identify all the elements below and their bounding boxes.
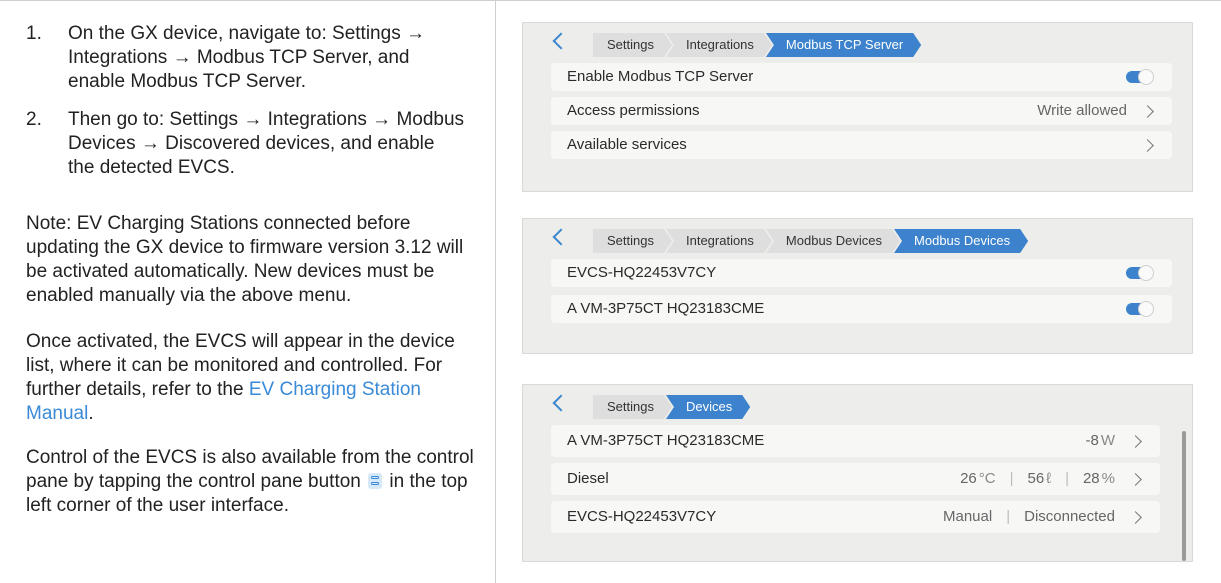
breadcrumb-devices[interactable]: Devices bbox=[666, 395, 750, 419]
evcs-mode: Manual bbox=[943, 508, 993, 525]
step-number: 2. bbox=[26, 109, 42, 130]
evcs-enable-toggle[interactable] bbox=[1126, 265, 1154, 281]
enable-modbus-row[interactable]: Enable Modbus TCP Server bbox=[551, 63, 1172, 91]
access-permissions-value: Write allowed bbox=[1037, 102, 1127, 119]
row-label: A VM-3P75CT HQ23183CME bbox=[567, 432, 765, 449]
row-label: Enable Modbus TCP Server bbox=[567, 68, 754, 85]
breadcrumb: Settings Integrations Modbus Devices Mod… bbox=[593, 229, 1028, 253]
step-number: 1. bbox=[26, 23, 42, 44]
chevron-right-icon bbox=[1141, 104, 1154, 118]
access-permissions-row[interactable]: Access permissions Write allowed bbox=[551, 97, 1172, 125]
evcs-device-list-row[interactable]: EVCS-HQ22453V7CY Manual | Disconnected bbox=[551, 501, 1160, 533]
step-2: 2. Then go to: Settings → Integrations →… bbox=[26, 108, 466, 180]
available-services-row[interactable]: Available services bbox=[551, 131, 1172, 159]
nav-bar: Settings Integrations Modbus Devices Mod… bbox=[523, 219, 1192, 259]
step-text: Then go to: Settings → Integrations → Mo… bbox=[68, 109, 465, 178]
evcs-device-row[interactable]: EVCS-HQ22453V7CY bbox=[551, 259, 1172, 287]
evcs-status: Disconnected bbox=[1024, 508, 1115, 525]
chevron-left-icon[interactable] bbox=[552, 32, 570, 50]
breadcrumb-settings[interactable]: Settings bbox=[593, 33, 672, 57]
breadcrumb-settings[interactable]: Settings bbox=[593, 229, 672, 253]
vm-device-list-row[interactable]: A VM-3P75CT HQ23183CME -8 W bbox=[551, 425, 1160, 457]
percent-unit: % bbox=[1101, 470, 1115, 487]
chevron-right-icon bbox=[1129, 510, 1142, 524]
chevron-right-icon bbox=[1129, 472, 1142, 486]
percent-value: 28 bbox=[1082, 470, 1100, 487]
breadcrumb-integrations[interactable]: Integrations bbox=[666, 33, 772, 57]
activated-end: . bbox=[88, 403, 94, 424]
breadcrumb-modbus-tcp-server[interactable]: Modbus TCP Server bbox=[766, 33, 921, 57]
scrollbar[interactable] bbox=[1182, 431, 1186, 561]
level-value: 56 bbox=[1027, 470, 1045, 487]
nav-bar: Settings Devices bbox=[523, 385, 1192, 425]
row-label: Available services bbox=[567, 136, 687, 153]
separator: | bbox=[1009, 470, 1014, 487]
step-text: On the GX device, navigate to: Settings … bbox=[68, 23, 425, 92]
temp-value: 26 bbox=[960, 470, 977, 487]
row-label: EVCS-HQ22453V7CY bbox=[567, 508, 717, 525]
chevron-right-icon bbox=[1129, 434, 1142, 448]
control-paragraph: Control of the EVCS is also available fr… bbox=[26, 446, 476, 518]
chevron-right-icon bbox=[1141, 138, 1154, 152]
chevron-left-icon[interactable] bbox=[552, 228, 570, 246]
diesel-row[interactable]: Diesel 26 °C | 56 ℓ | 28% bbox=[551, 463, 1160, 495]
note-paragraph: Note: EV Charging Stations connected bef… bbox=[26, 213, 464, 306]
separator: | bbox=[1006, 508, 1011, 525]
breadcrumb-settings[interactable]: Settings bbox=[593, 395, 672, 419]
vm-device-row[interactable]: A VM-3P75CT HQ23183CME bbox=[551, 295, 1172, 323]
steps-list: 1. On the GX device, navigate to: Settin… bbox=[26, 22, 466, 194]
breadcrumb: Settings Devices bbox=[593, 395, 750, 419]
vm-enable-toggle[interactable] bbox=[1126, 301, 1154, 317]
breadcrumb: Settings Integrations Modbus TCP Server bbox=[593, 33, 921, 57]
power-value: -8 bbox=[1085, 432, 1099, 449]
row-label: A VM-3P75CT HQ23183CME bbox=[567, 300, 765, 317]
temp-unit: °C bbox=[978, 470, 996, 487]
breadcrumb-modbus-devices[interactable]: Modbus Devices bbox=[766, 229, 900, 253]
row-label: Access permissions bbox=[567, 102, 700, 119]
modbus-devices-panel: Settings Integrations Modbus Devices Mod… bbox=[522, 218, 1193, 354]
row-label: Diesel bbox=[567, 470, 609, 487]
modbus-tcp-panel: Settings Integrations Modbus TCP Server … bbox=[522, 22, 1193, 192]
chevron-left-icon[interactable] bbox=[552, 394, 570, 412]
nav-bar: Settings Integrations Modbus TCP Server bbox=[523, 23, 1192, 63]
separator: | bbox=[1065, 470, 1069, 487]
breadcrumb-modbus-devices-current[interactable]: Modbus Devices bbox=[894, 229, 1028, 253]
instructions-column: 1. On the GX device, navigate to: Settin… bbox=[0, 0, 496, 583]
breadcrumb-integrations[interactable]: Integrations bbox=[666, 229, 772, 253]
activated-paragraph: Once activated, the EVCS will appear in … bbox=[26, 330, 476, 426]
power-unit: W bbox=[1100, 432, 1115, 449]
devices-panel: Settings Devices A VM-3P75CT HQ23183CME … bbox=[522, 384, 1193, 562]
control-pane-icon bbox=[368, 473, 383, 489]
step-1: 1. On the GX device, navigate to: Settin… bbox=[26, 22, 466, 94]
level-unit: ℓ bbox=[1046, 470, 1052, 487]
enable-modbus-toggle[interactable] bbox=[1126, 69, 1154, 85]
row-label: EVCS-HQ22453V7CY bbox=[567, 264, 717, 281]
